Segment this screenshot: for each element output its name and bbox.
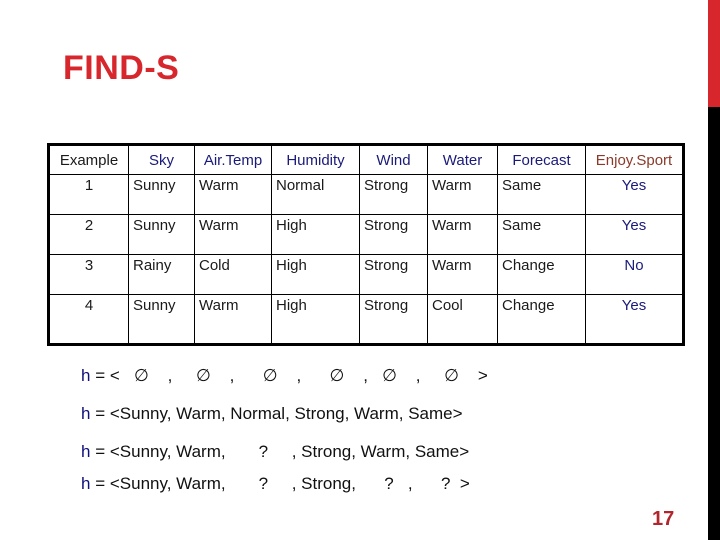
cell-airtemp: Cold <box>194 254 272 295</box>
cell-humidity: High <box>271 294 360 345</box>
cell-enjoysport: Yes <box>585 174 684 215</box>
cell-water: Warm <box>427 254 498 295</box>
cell-sky: Sunny <box>128 214 195 255</box>
cell-humidity: Normal <box>271 174 360 215</box>
cell-example: 4 <box>48 294 129 345</box>
cell-sky: Sunny <box>128 294 195 345</box>
cell-forecast: Change <box>497 294 586 345</box>
accent-bar-black <box>708 107 720 540</box>
cell-example: 3 <box>48 254 129 295</box>
hypothesis-line-3: h = <Sunny, Warm, ? , Strong, ? , ? > <box>81 474 470 494</box>
cell-example: 1 <box>48 174 129 215</box>
cell-wind: Strong <box>359 214 428 255</box>
table-row: 1 Sunny Warm Normal Strong Warm Same Yes <box>48 174 684 215</box>
cell-water: Warm <box>427 214 498 255</box>
training-examples-table: Example Sky Air.Temp Humidity Wind Water… <box>47 143 685 346</box>
header-sky: Sky <box>128 144 195 175</box>
accent-bar-red <box>708 0 720 107</box>
slide-title: FIND-S <box>63 49 180 87</box>
cell-sky: Sunny <box>128 174 195 215</box>
header-enjoysport: Enjoy.Sport <box>585 144 684 175</box>
cell-airtemp: Warm <box>194 294 272 345</box>
hypothesis-line-0: h = < ∅ , ∅ , ∅ , ∅ , ∅ , ∅ > <box>81 366 488 386</box>
cell-example: 2 <box>48 214 129 255</box>
table-row: 3 Rainy Cold High Strong Warm Change No <box>48 254 684 295</box>
table-row: 4 Sunny Warm High Strong Cool Change Yes <box>48 294 684 345</box>
cell-humidity: High <box>271 214 360 255</box>
cell-wind: Strong <box>359 174 428 215</box>
header-forecast: Forecast <box>497 144 586 175</box>
hypothesis-value: = <Sunny, Warm, ? , Strong, Warm, Same> <box>90 442 470 461</box>
cell-enjoysport: No <box>585 254 684 295</box>
table-row: 2 Sunny Warm High Strong Warm Same Yes <box>48 214 684 255</box>
cell-airtemp: Warm <box>194 174 272 215</box>
hypothesis-value: = <Sunny, Warm, ? , Strong, ? , ? > <box>90 474 470 493</box>
hypothesis-value: = < ∅ , ∅ , ∅ , ∅ , ∅ , ∅ > <box>90 366 488 385</box>
table-header-row: Example Sky Air.Temp Humidity Wind Water… <box>48 144 684 175</box>
hypothesis-line-1: h = <Sunny, Warm, Normal, Strong, Warm, … <box>81 404 463 424</box>
cell-enjoysport: Yes <box>585 294 684 345</box>
cell-airtemp: Warm <box>194 214 272 255</box>
page-number: 17 <box>652 508 675 530</box>
cell-humidity: High <box>271 254 360 295</box>
header-wind: Wind <box>359 144 428 175</box>
cell-wind: Strong <box>359 294 428 345</box>
cell-forecast: Same <box>497 214 586 255</box>
header-example: Example <box>48 144 129 175</box>
header-airtemp: Air.Temp <box>194 144 272 175</box>
cell-enjoysport: Yes <box>585 214 684 255</box>
header-water: Water <box>427 144 498 175</box>
cell-forecast: Change <box>497 254 586 295</box>
cell-water: Warm <box>427 174 498 215</box>
hypothesis-line-2: h = <Sunny, Warm, ? , Strong, Warm, Same… <box>81 442 469 462</box>
cell-wind: Strong <box>359 254 428 295</box>
cell-water: Cool <box>427 294 498 345</box>
hypothesis-value: = <Sunny, Warm, Normal, Strong, Warm, Sa… <box>90 404 463 423</box>
cell-forecast: Same <box>497 174 586 215</box>
cell-sky: Rainy <box>128 254 195 295</box>
header-humidity: Humidity <box>271 144 360 175</box>
